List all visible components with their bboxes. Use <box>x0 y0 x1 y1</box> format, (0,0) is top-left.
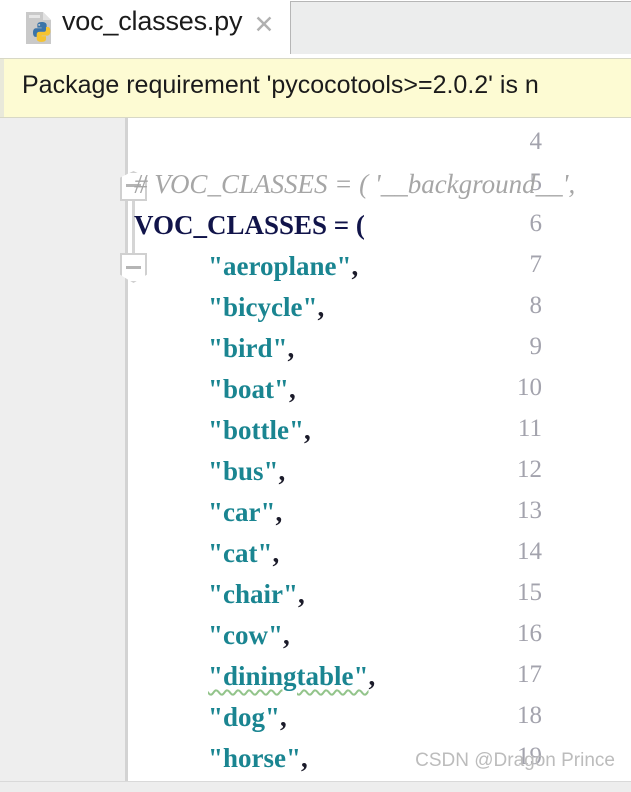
code-token-punct: , <box>278 456 286 486</box>
code-line[interactable]: "horse", <box>208 743 308 773</box>
code-token-punct: , <box>297 579 305 609</box>
tab-label: voc_classes.py <box>62 6 243 36</box>
code-line[interactable]: VOC_CLASSES = ( <box>134 210 365 240</box>
code-token-punct: , <box>289 374 296 404</box>
code-line[interactable]: "car", <box>208 497 282 527</box>
close-icon[interactable]: ✕ <box>252 13 276 38</box>
code-token-string: "diningtable" <box>208 661 369 691</box>
code-token-string: "dog" <box>208 702 280 732</box>
code-token-punct: , <box>287 333 295 363</box>
editor-tab-strip: voc_classes.py ✕ <box>0 0 631 56</box>
code-editor[interactable]: 4 5 6 7 8 9 10 11 12 13 14 15 16 17 18 19 # VOC_CLASSES… <box>0 118 631 781</box>
code-token-string: "bicycle" <box>208 292 318 322</box>
code-line[interactable]: "aeroplane", <box>208 251 358 281</box>
code-token-string: "cat" <box>208 538 273 568</box>
code-token-punct: , <box>303 415 311 445</box>
code-token-punct: , <box>282 620 290 650</box>
code-line[interactable]: "boat", <box>208 374 296 404</box>
code-line[interactable]: "cow", <box>208 620 290 650</box>
window-bottom-strip <box>0 781 631 792</box>
code-token-string: "boat" <box>208 374 289 404</box>
code-token-string: "chair" <box>208 579 298 609</box>
code-token-punct: , <box>368 661 376 691</box>
code-token-punct: , <box>300 743 308 773</box>
code-line[interactable]: "bird", <box>208 333 294 363</box>
code-token-punct: , <box>280 702 287 732</box>
code-token-string: "bus" <box>208 456 279 486</box>
ide-editor-window: voc_classes.py ✕ Package requirement 'py… <box>0 0 631 792</box>
notification-accent-bar <box>0 59 4 117</box>
notification-message: Package requirement 'pycocotools>=2.0.2'… <box>22 71 539 99</box>
tab-strip-empty-area <box>290 1 631 54</box>
code-line[interactable]: "cat", <box>208 538 279 568</box>
python-file-icon <box>22 9 62 47</box>
code-token-string: "car" <box>208 497 276 527</box>
code-line[interactable]: # VOC_CLASSES = ( '__background__', <box>134 169 575 199</box>
code-line[interactable]: "bus", <box>208 456 285 486</box>
code-line[interactable]: "bottle", <box>208 415 311 445</box>
code-token-string: "bird" <box>208 333 288 363</box>
code-token-punct: , <box>317 292 325 322</box>
code-token-punct: , <box>275 497 283 527</box>
code-content-area[interactable]: # VOC_CLASSES = ( '__background__', VOC_C… <box>131 118 631 781</box>
line-number-gutter[interactable] <box>0 118 128 781</box>
code-token-ident: VOC_CLASSES = ( <box>134 210 365 240</box>
code-line[interactable]: "diningtable", <box>208 661 375 691</box>
watermark: CSDN @Dragon Prince <box>415 750 615 771</box>
code-token-string: "cow" <box>208 620 283 650</box>
code-line[interactable]: "dog", <box>208 702 287 732</box>
code-line[interactable]: "chair", <box>208 579 305 609</box>
package-requirement-notification[interactable]: Package requirement 'pycocotools>=2.0.2'… <box>0 58 631 118</box>
code-token-punct: , <box>351 251 359 281</box>
code-token-comment: # VOC_CLASSES = ( '__background__', <box>134 169 576 199</box>
code-token-string: "bottle" <box>208 415 304 445</box>
code-token-string: "horse" <box>208 743 301 773</box>
code-token-punct: , <box>272 538 280 568</box>
tab-voc-classes-py[interactable]: voc_classes.py ✕ <box>0 0 288 56</box>
code-line[interactable]: "bicycle", <box>208 292 324 322</box>
code-token-string: "aeroplane" <box>208 251 352 281</box>
